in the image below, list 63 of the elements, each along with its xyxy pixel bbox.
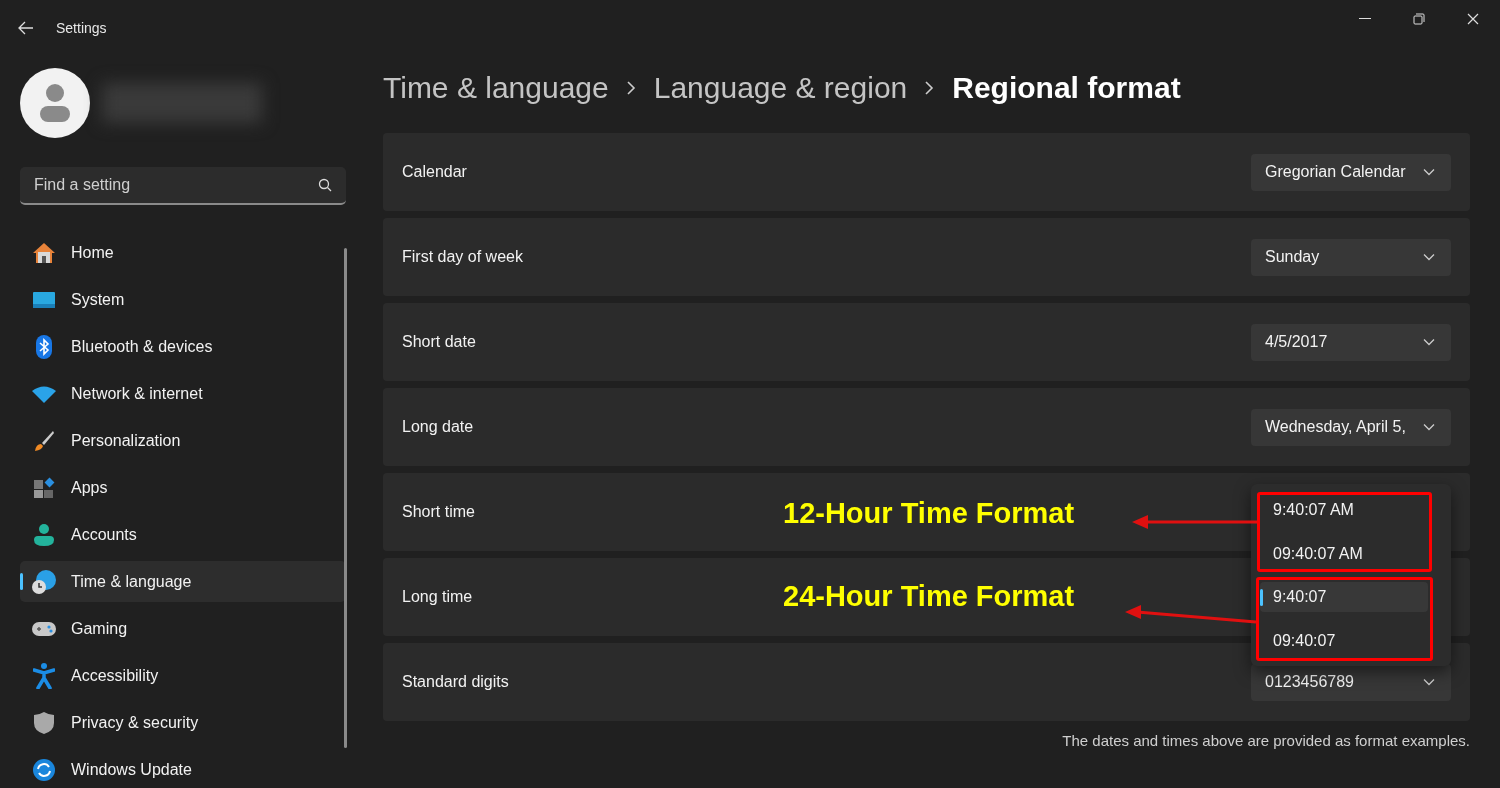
dropdown-option[interactable]: 09:40:07: [1260, 626, 1428, 657]
globe-clock-icon: [31, 568, 57, 595]
chevron-down-icon: [1423, 423, 1435, 431]
chevron-down-icon: [1423, 678, 1435, 686]
nav-item[interactable]: Windows Update: [20, 749, 346, 788]
chevron-down-icon: [1423, 253, 1435, 261]
game-controller-icon: [31, 619, 57, 638]
nav-item[interactable]: Personalization: [20, 420, 346, 461]
apps-icon: [33, 476, 55, 499]
setting-label: Calendar: [402, 163, 467, 181]
wifi-icon: [31, 384, 57, 403]
person-icon: [33, 522, 55, 547]
nav-item[interactable]: Network & internet: [20, 373, 346, 414]
setting-label: Standard digits: [402, 673, 509, 691]
scrollbar[interactable]: [344, 248, 347, 748]
nav-item[interactable]: Privacy & security: [20, 702, 346, 743]
accessibility-icon: [33, 662, 55, 689]
person-silhouette-icon: [38, 84, 72, 122]
search-bar[interactable]: Find a setting: [20, 167, 346, 205]
nav-item[interactable]: Apps: [20, 467, 346, 508]
dropdown-option[interactable]: 9:40:07: [1260, 582, 1428, 613]
setting-label: Long date: [402, 418, 474, 436]
close-icon: [1467, 13, 1479, 25]
nav-item[interactable]: Gaming: [20, 608, 346, 649]
breadcrumb-item: Regional format: [952, 71, 1181, 105]
chevron-down-icon: [1423, 168, 1435, 176]
chevron-down-icon: [1423, 338, 1435, 346]
nav-item[interactable]: Time & language: [20, 561, 346, 602]
sync-icon: [32, 757, 56, 782]
dropdown[interactable]: 4/5/2017: [1251, 323, 1451, 361]
minimize-icon: [1359, 18, 1371, 20]
nav-item[interactable]: System: [20, 279, 346, 320]
shield-icon: [33, 710, 55, 735]
bluetooth-icon: [35, 334, 53, 359]
nav-item[interactable]: Home: [20, 232, 346, 273]
dropdown-option[interactable]: 9:40:07 AM: [1260, 495, 1428, 525]
breadcrumb-item[interactable]: Language & region: [653, 71, 908, 105]
back-arrow-icon[interactable]: [18, 21, 34, 35]
search-icon: [318, 178, 332, 192]
paintbrush-icon: [33, 429, 55, 452]
annotation-label: 12-Hour Time Format: [783, 497, 1075, 530]
dropdown-option[interactable]: 09:40:07 AM: [1260, 538, 1428, 569]
setting-label: Long time: [402, 588, 473, 606]
house-icon: [32, 241, 56, 264]
restore-icon: [1413, 13, 1425, 25]
chevron-right-icon: [626, 81, 636, 95]
setting-label: Short date: [402, 333, 476, 351]
setting-label: First day of week: [402, 248, 523, 266]
window-title: Settings: [56, 20, 107, 36]
breadcrumb-item[interactable]: Time & language: [383, 71, 609, 105]
search-input[interactable]: Find a setting: [32, 175, 318, 195]
nav-item[interactable]: Accounts: [20, 514, 346, 555]
dropdown[interactable]: Gregorian Calendar: [1251, 153, 1451, 191]
annotation-label: 24-Hour Time Format: [783, 580, 1075, 613]
setting-label: Short time: [402, 503, 475, 521]
footnote: The dates and times above are provided as format examples.: [1062, 732, 1470, 749]
dropdown[interactable]: Sunday: [1251, 238, 1451, 276]
chevron-right-icon: [925, 81, 935, 95]
nav-item[interactable]: Bluetooth & devices: [20, 326, 346, 367]
dropdown[interactable]: Wednesday, April 5,: [1251, 408, 1451, 446]
monitor-icon: [32, 290, 56, 309]
nav-item[interactable]: Accessibility: [20, 655, 346, 696]
dropdown[interactable]: 0123456789: [1251, 663, 1451, 701]
